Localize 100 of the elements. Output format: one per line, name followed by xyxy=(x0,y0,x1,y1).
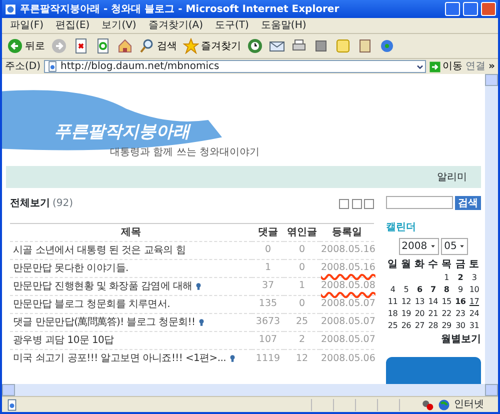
history-icon[interactable] xyxy=(247,38,263,54)
table-cell: 2008.05.07 xyxy=(320,296,374,314)
horizontal-scrollbar[interactable] xyxy=(2,384,485,396)
month-select[interactable]: 05 xyxy=(441,238,468,254)
summary-view-icon[interactable] xyxy=(364,198,374,208)
table-cell: 25 xyxy=(284,314,320,332)
note-icon[interactable] xyxy=(335,38,351,54)
column-header: 등록일 xyxy=(320,224,374,242)
calendar-day: 10 xyxy=(469,285,480,294)
calendar-day: 25 xyxy=(388,321,398,330)
address-label: 주소(D) xyxy=(5,60,41,74)
globe-icon xyxy=(438,398,450,410)
notice-label[interactable]: 알리미 xyxy=(437,170,467,184)
table-cell: 0 xyxy=(284,242,320,260)
calendar-day: 22 xyxy=(442,309,452,318)
calendar-day: 4 xyxy=(390,285,396,294)
refresh-icon[interactable] xyxy=(95,38,111,54)
post-title[interactable]: 만문만답 못다한 이야기들. xyxy=(13,263,128,274)
menu-item[interactable]: 파일(F) xyxy=(10,18,44,33)
calendar-day[interactable]: 6 xyxy=(416,285,422,294)
post-title[interactable]: 미국 쇠고기 공포!!! 알고보면 아니죠!!! <1편>... xyxy=(13,353,226,364)
search-field[interactable] xyxy=(386,196,452,209)
close-button[interactable] xyxy=(481,2,496,16)
calendar-day: 18 xyxy=(388,309,398,318)
post-title[interactable]: 시골 소년에서 대통령 된 것은 교육의 힘 xyxy=(13,245,186,256)
calendar-day[interactable]: 2 xyxy=(458,273,463,282)
table-cell: 1119 xyxy=(252,350,284,368)
list-heading[interactable]: 전체보기 xyxy=(10,196,50,211)
calendar-day: 15 xyxy=(442,297,452,306)
edit-icon[interactable] xyxy=(313,38,329,54)
weekday-label: 금 xyxy=(454,258,466,272)
calendar-day: 11 xyxy=(388,297,398,306)
menu-item[interactable]: 편집(E) xyxy=(56,18,90,33)
menu-item[interactable]: 보기(V) xyxy=(102,18,136,33)
calendar-day[interactable]: 16 xyxy=(455,297,466,306)
calendar-day: 9 xyxy=(458,285,463,294)
menu-item[interactable]: 도구(T) xyxy=(215,18,249,33)
book-icon[interactable] xyxy=(357,38,373,54)
grid-view-icon[interactable] xyxy=(352,198,362,208)
weekday-label: 일 xyxy=(386,258,399,272)
column-header: 제목 xyxy=(10,224,252,242)
table-cell: 2 xyxy=(284,332,320,350)
messenger-icon[interactable] xyxy=(379,38,395,54)
weekday-label: 화 xyxy=(414,258,426,272)
calendar-title: 캘린더 xyxy=(386,221,416,235)
calendar-day[interactable]: 7 xyxy=(430,285,436,294)
blog-subtitle: 대통령과 함께 쓰는 청와대이야기 xyxy=(110,146,261,160)
calendar-day: 26 xyxy=(401,321,411,330)
post-title[interactable]: 댓글 만문만답(萬問萬答)! 블로그 청문회!! xyxy=(13,317,196,328)
toolbar-button[interactable]: 뒤로 xyxy=(7,38,45,54)
table-cell: 0 xyxy=(284,260,320,278)
table-cell: 135 xyxy=(252,296,284,314)
calendar-day: 31 xyxy=(469,321,480,330)
links-label[interactable]: 연결 xyxy=(466,59,486,74)
table-cell: 2008.05.06 xyxy=(320,350,374,368)
caret-icon xyxy=(459,243,466,249)
calendar-day: 13 xyxy=(414,297,424,306)
calendar-day: 5 xyxy=(404,285,409,294)
table-cell: 3673 xyxy=(252,314,284,332)
year-select[interactable]: 2008 xyxy=(398,238,439,254)
calendar-day: 20 xyxy=(414,309,424,318)
toolbar-button[interactable]: 검색 xyxy=(139,38,177,54)
more-chevron[interactable]: » xyxy=(488,59,495,74)
menu-item[interactable]: 도움말(H) xyxy=(260,18,306,33)
menu-item[interactable]: 즐겨찾기(A) xyxy=(148,18,203,33)
post-title[interactable]: 만문만답 진행현황 및 화장품 감염에 대해 xyxy=(13,281,192,292)
calendar-day: 23 xyxy=(456,309,466,318)
table-cell: 37 xyxy=(252,278,284,296)
post-title[interactable]: 만문만답 블로그 청문회를 치루면서. xyxy=(13,299,170,310)
table-cell: 0 xyxy=(252,242,284,260)
blog-title: 푸른팔작지붕아래 xyxy=(54,120,192,144)
monthly-view-link[interactable]: 월별보기 xyxy=(441,332,481,347)
table-cell: 1 xyxy=(284,278,320,296)
weekday-label: 토 xyxy=(468,258,480,272)
search-button[interactable]: 검색 xyxy=(455,196,481,210)
vertical-scrollbar[interactable] xyxy=(485,74,498,396)
minimize-button[interactable] xyxy=(445,2,460,16)
table-cell: 1 xyxy=(252,260,284,278)
maximize-button[interactable] xyxy=(463,2,478,16)
home-icon[interactable] xyxy=(117,38,133,54)
post-title[interactable]: 광우병 괴담 10문 10답 xyxy=(13,335,114,346)
stop-icon[interactable] xyxy=(73,38,89,54)
search-icon xyxy=(139,38,155,54)
calendar-day: 1 xyxy=(444,273,449,282)
weekday-label: 수 xyxy=(427,258,440,272)
table-cell: 0 xyxy=(284,296,320,314)
post-count: (92) xyxy=(52,197,74,211)
go-button[interactable]: 이동 xyxy=(428,59,463,74)
toolbar-button[interactable]: 즐겨찾기 xyxy=(183,38,241,54)
calendar-day: 27 xyxy=(414,321,424,330)
calendar-day[interactable]: 8 xyxy=(444,285,450,294)
page-icon xyxy=(6,398,18,410)
table-cell: 2008.05.16 xyxy=(320,260,374,278)
table-cell: 107 xyxy=(252,332,284,350)
list-view-icon[interactable] xyxy=(339,198,349,208)
calendar-day: 17 xyxy=(469,297,480,306)
calendar-day: 3 xyxy=(472,273,477,282)
address-field[interactable]: http://blog.daum.net/mbnomics xyxy=(44,60,426,73)
column-header: 엮인글 xyxy=(284,224,320,242)
table-cell: 2008.05.07 xyxy=(320,332,374,350)
